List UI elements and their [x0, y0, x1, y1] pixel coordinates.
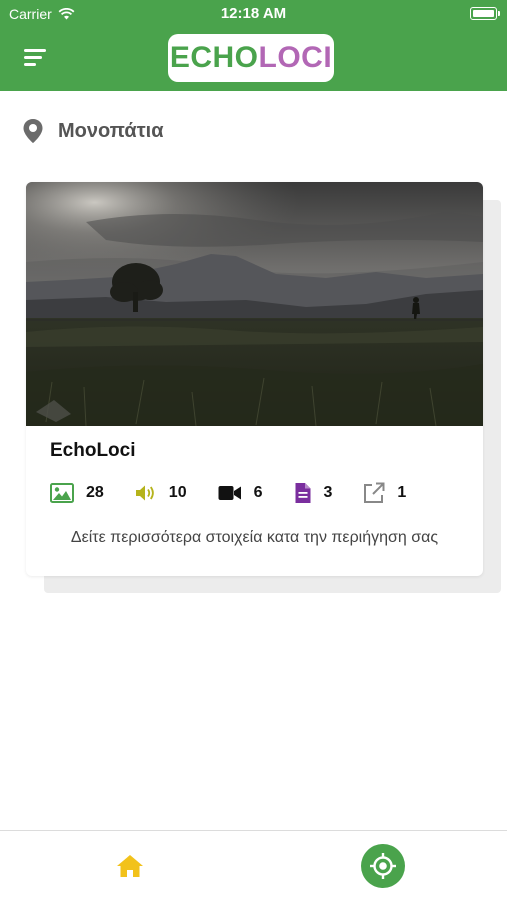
video-icon: [218, 486, 241, 500]
section-title: Μονοπάτια: [58, 119, 164, 142]
logo-text-echo: ECHO: [169, 41, 259, 74]
external-link-icon: [364, 482, 385, 503]
stat-images: 28: [50, 483, 104, 503]
route-name: EchoLoci: [50, 440, 136, 461]
locate-icon: [370, 853, 396, 879]
stat-audio-count: 10: [168, 484, 187, 501]
volume-icon: [135, 485, 154, 501]
stat-documents-count: 3: [323, 484, 333, 501]
bottom-tab-bar: [0, 830, 507, 900]
section-header: Μονοπάτια: [22, 118, 164, 144]
clock: 12:18 AM: [220, 5, 287, 22]
image-icon: [50, 483, 74, 503]
app-header: Carrier 12:18 AM ECHO LOCI: [0, 0, 507, 91]
locate-button[interactable]: [361, 844, 405, 888]
media-stats: 28 10 6 3 1: [50, 482, 437, 504]
stat-links-count: 1: [397, 484, 407, 501]
route-description: Δείτε περισσότερα στοιχεία κατα την περι…: [70, 529, 439, 546]
route-card[interactable]: EchoLoci 28 10 6 3 1 Δείτε περισσότερα σ…: [26, 182, 483, 576]
home-icon[interactable]: [115, 853, 145, 879]
status-bar: Carrier 12:18 AM: [0, 0, 507, 28]
stat-documents: 3: [294, 482, 333, 504]
stat-links: 1: [363, 482, 406, 504]
stat-audio: 10: [135, 484, 187, 502]
map-pin-icon: [23, 119, 43, 143]
document-icon: [295, 483, 310, 503]
stat-images-count: 28: [86, 484, 104, 501]
app-logo: ECHO LOCI: [168, 34, 334, 82]
route-photo: [26, 182, 483, 426]
stat-video: 6: [218, 484, 263, 502]
logo-text-loci: LOCI: [258, 41, 333, 74]
battery-icon: [470, 7, 500, 20]
stat-video-count: 6: [253, 484, 263, 501]
hamburger-menu-icon[interactable]: [24, 47, 52, 69]
